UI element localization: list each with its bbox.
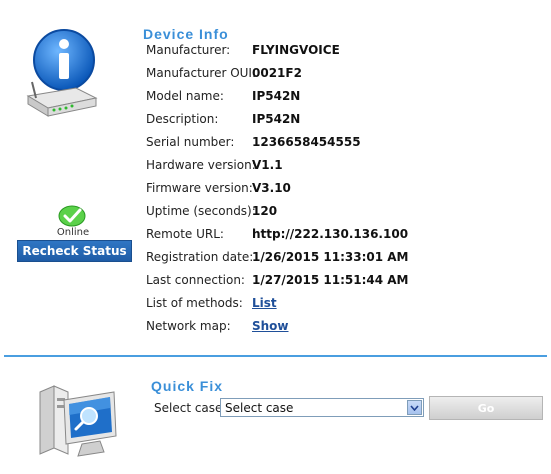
info-row-hardware-version: Hardware version: V1.1 [146,158,546,181]
info-row-serial-number: Serial number: 1236658454555 [146,135,546,158]
info-row-registration-date: Registration date: 1/26/2015 11:33:01 AM [146,250,546,273]
recheck-status-button[interactable]: Recheck Status [17,240,132,262]
info-value: 1/27/2015 11:51:44 AM [252,273,409,287]
online-status-text: Online [56,227,90,238]
info-row-network-map: Network map: Show [146,319,546,342]
info-value: 1236658454555 [252,135,361,149]
info-value: V3.10 [252,181,291,195]
info-row-uptime: Uptime (seconds): 120 [146,204,546,227]
info-value: 1/26/2015 11:33:01 AM [252,250,409,264]
case-select-value: Select case [225,400,294,415]
info-value: http://222.130.136.100 [252,227,409,241]
section-divider [4,355,547,357]
case-select-dropdown[interactable]: Select case [220,398,424,417]
info-label: Model name: [146,89,224,103]
info-label: Hardware version: [146,158,256,172]
info-row-last-connection: Last connection: 1/27/2015 11:51:44 AM [146,273,546,296]
go-button[interactable]: Go [429,396,543,420]
online-check-icon [57,203,87,227]
computer-icon [34,378,122,466]
list-methods-link[interactable]: List [252,296,277,310]
info-label: Description: [146,112,219,126]
info-value: FLYINGVOICE [252,43,340,57]
info-label: Uptime (seconds): [146,204,256,218]
info-row-model-name: Model name: IP542N [146,89,546,112]
quick-fix-title: Quick Fix [151,378,224,394]
info-row-description: Description: IP542N [146,112,546,135]
info-row-manufacturer-oui: Manufacturer OUI: 0021F2 [146,66,546,89]
device-info-icon [22,26,100,122]
info-value: IP542N [252,89,301,103]
info-row-firmware-version: Firmware version: V3.10 [146,181,546,204]
info-label: Manufacturer: [146,43,231,57]
chevron-down-icon[interactable] [407,400,422,415]
info-label: Manufacturer OUI: [146,66,257,80]
info-label: List of methods: [146,296,243,310]
info-value: IP542N [252,112,301,126]
info-label: Network map: [146,319,231,333]
network-map-show-link[interactable]: Show [252,319,289,333]
info-label: Last connection: [146,273,245,287]
info-row-remote-url: Remote URL: http://222.130.136.100 [146,227,546,250]
info-value: V1.1 [252,158,283,172]
info-label: Firmware version: [146,181,253,195]
info-row-list-of-methods: List of methods: List [146,296,546,319]
info-value: 0021F2 [252,66,302,80]
info-row-manufacturer: Manufacturer: FLYINGVOICE [146,43,546,66]
info-label: Serial number: [146,135,235,149]
info-label: Registration date: [146,250,254,264]
info-value: 120 [252,204,278,218]
info-label: Remote URL: [146,227,224,241]
select-case-label: Select case [154,401,223,415]
device-info-title: Device Info [143,26,229,42]
